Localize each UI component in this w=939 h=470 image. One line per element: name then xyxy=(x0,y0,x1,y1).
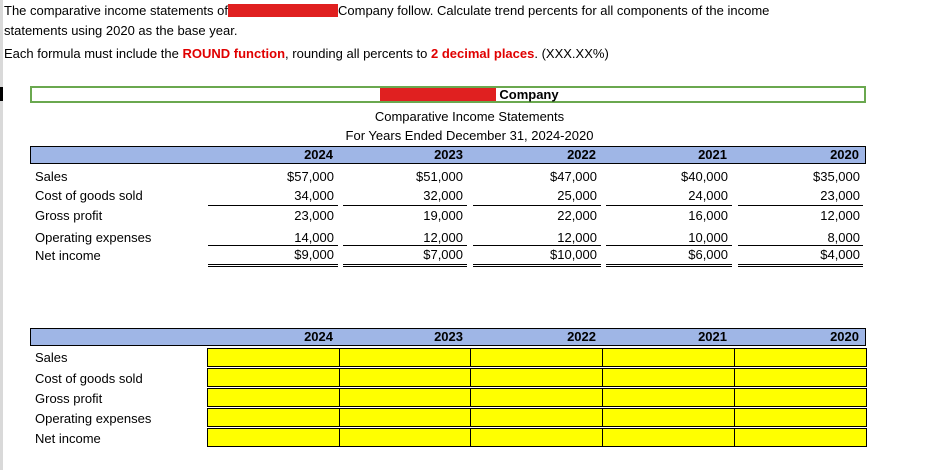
underline xyxy=(343,205,467,206)
statement-title: Comparative Income Statements xyxy=(374,109,565,124)
row-label-operating-expenses: Operating expenses xyxy=(35,230,152,245)
instruction-text: , rounding all percents to xyxy=(285,46,432,61)
trend-input-sales-2024[interactable] xyxy=(207,348,340,367)
trend-input-gross-profit-2023[interactable] xyxy=(339,388,471,407)
double-underline xyxy=(738,264,863,267)
trend-input-net-income-2022[interactable] xyxy=(470,428,603,447)
value-cell: $40,000 xyxy=(681,169,728,184)
double-underline xyxy=(606,264,732,267)
trend-year-header: 2024 2023 2022 2021 2020 xyxy=(30,328,866,346)
trend-input-sales-2020[interactable] xyxy=(734,348,867,367)
trend-input-net-income-2023[interactable] xyxy=(339,428,471,447)
redacted-company-name xyxy=(380,88,497,101)
value-cell: 12,000 xyxy=(820,208,860,223)
trend-input-gross-profit-2021[interactable] xyxy=(602,388,735,407)
value-cell: $4,000 xyxy=(820,247,860,262)
instruction-text: The comparative income statements of xyxy=(4,3,228,18)
instruction-line-2: statements using 2020 as the base year. xyxy=(4,23,238,38)
trend-input-cogs-2024[interactable] xyxy=(207,368,340,387)
year-header: 2020 xyxy=(830,147,859,162)
value-cell: 32,000 xyxy=(423,188,463,203)
value-cell: 23,000 xyxy=(820,188,860,203)
year-header: 2021 xyxy=(698,147,727,162)
trend-input-net-income-2020[interactable] xyxy=(734,428,867,447)
trend-input-cogs-2021[interactable] xyxy=(602,368,735,387)
trend-input-net-income-2021[interactable] xyxy=(602,428,735,447)
instruction-text: . (XXX.XX%) xyxy=(534,46,609,61)
trend-input-operating-expenses-2024[interactable] xyxy=(207,408,340,427)
instruction-text: Each formula must include the xyxy=(4,46,183,61)
row-label-sales: Sales xyxy=(35,169,68,184)
company-header: Company xyxy=(0,87,939,102)
year-header: 2024 xyxy=(304,147,333,162)
company-label: Company xyxy=(499,87,559,102)
instruction-text: Company follow. Calculate trend percents… xyxy=(338,3,770,18)
decimal-places-emphasis: 2 decimal places xyxy=(431,46,535,61)
instruction-line-3: Each formula must include the ROUND func… xyxy=(4,45,609,63)
trend-input-gross-profit-2020[interactable] xyxy=(734,388,867,407)
trend-input-sales-2023[interactable] xyxy=(339,348,471,367)
double-underline xyxy=(343,264,467,267)
value-cell: 24,000 xyxy=(688,188,728,203)
instruction-line-1: The comparative income statements of Comp… xyxy=(4,2,769,20)
row-label-cogs: Cost of goods sold xyxy=(35,188,143,203)
trend-input-cogs-2022[interactable] xyxy=(470,368,603,387)
year-header: 2022 xyxy=(567,329,596,344)
value-cell: $57,000 xyxy=(287,169,334,184)
trend-input-sales-2021[interactable] xyxy=(602,348,735,367)
year-header: 2023 xyxy=(434,147,463,162)
value-cell: $51,000 xyxy=(416,169,463,184)
trend-input-operating-expenses-2022[interactable] xyxy=(470,408,603,427)
round-function-emphasis: ROUND function xyxy=(182,46,286,61)
value-cell: 34,000 xyxy=(294,188,334,203)
left-border xyxy=(0,0,3,470)
trend-label-gross-profit: Gross profit xyxy=(35,391,103,406)
trend-input-operating-expenses-2023[interactable] xyxy=(339,408,471,427)
value-cell: $9,000 xyxy=(294,247,334,262)
value-cell: 19,000 xyxy=(423,208,463,223)
trend-input-gross-profit-2024[interactable] xyxy=(207,388,340,407)
statement-year-header: 2024 2023 2022 2021 2020 xyxy=(30,146,866,164)
trend-label-sales: Sales xyxy=(35,350,68,365)
row-label-net-income: Net income xyxy=(35,248,101,263)
year-header: 2020 xyxy=(830,329,859,344)
trend-input-net-income-2024[interactable] xyxy=(207,428,340,447)
underline xyxy=(738,205,863,206)
year-header: 2022 xyxy=(567,147,596,162)
trend-input-operating-expenses-2020[interactable] xyxy=(734,408,867,427)
value-cell: $7,000 xyxy=(423,247,463,262)
row-label-gross-profit: Gross profit xyxy=(35,208,103,223)
trend-input-gross-profit-2022[interactable] xyxy=(470,388,603,407)
trend-label-net-income: Net income xyxy=(35,431,101,446)
value-cell: $6,000 xyxy=(688,247,728,262)
trend-input-cogs-2023[interactable] xyxy=(339,368,471,387)
trend-label-operating-expenses: Operating expenses xyxy=(35,411,152,426)
underline xyxy=(208,205,338,206)
value-cell: $47,000 xyxy=(550,169,597,184)
trend-input-cogs-2020[interactable] xyxy=(734,368,867,387)
year-header: 2023 xyxy=(434,329,463,344)
trend-label-cogs: Cost of goods sold xyxy=(35,371,143,386)
value-cell: $35,000 xyxy=(813,169,860,184)
year-header: 2021 xyxy=(698,329,727,344)
trend-input-operating-expenses-2021[interactable] xyxy=(602,408,735,427)
value-cell: 25,000 xyxy=(557,188,597,203)
year-header: 2024 xyxy=(304,329,333,344)
value-cell: $10,000 xyxy=(550,247,597,262)
trend-input-sales-2022[interactable] xyxy=(470,348,603,367)
double-underline xyxy=(473,264,601,267)
underline xyxy=(606,205,732,206)
underline xyxy=(473,205,601,206)
value-cell: 23,000 xyxy=(294,208,334,223)
value-cell: 22,000 xyxy=(557,208,597,223)
redacted-name xyxy=(228,4,338,17)
value-cell: 16,000 xyxy=(688,208,728,223)
double-underline xyxy=(208,264,338,267)
statement-period: For Years Ended December 31, 2024-2020 xyxy=(345,128,594,143)
